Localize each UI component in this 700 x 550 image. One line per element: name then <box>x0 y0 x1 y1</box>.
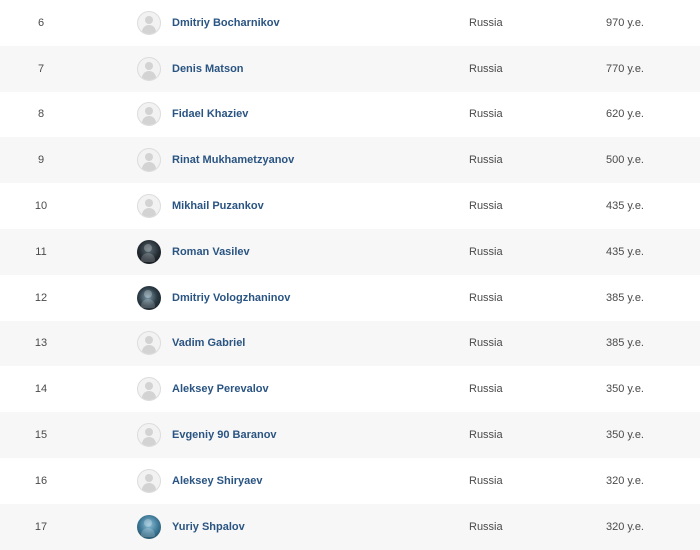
rank-cell: 10 <box>34 200 48 213</box>
player-name-link[interactable]: Fidael Khaziev <box>172 108 248 120</box>
default-avatar-icon[interactable] <box>137 377 161 402</box>
table-row: 7 Denis Matson Russia 770 у.е. <box>0 45 700 92</box>
amount-cell: 500 у.е. <box>605 154 644 167</box>
table-row: 8 Fidael Khaziev Russia 620 у.е. <box>0 92 700 138</box>
amount-cell: 350 у.е. <box>605 429 644 442</box>
country-cell: Russia <box>469 16 503 29</box>
table-row: 15 Evgeniy 90 Baranov Russia 350 у.е. <box>0 412 700 458</box>
rank-cell: 11 <box>35 245 47 258</box>
amount-cell: 770 у.е. <box>605 62 644 75</box>
rank-cell: 12 <box>34 291 48 304</box>
amount-cell: 320 у.е. <box>605 520 644 533</box>
country-cell: Russia <box>469 291 503 304</box>
rank-cell: 7 <box>37 62 45 75</box>
rank-cell: 13 <box>34 337 48 350</box>
rank-cell: 8 <box>37 108 45 121</box>
amount-cell: 620 у.е. <box>605 108 644 121</box>
player-name-link[interactable]: Aleksey Shiryaev <box>172 475 263 487</box>
user-photo-avatar[interactable] <box>137 239 161 264</box>
player-name-link[interactable]: Dmitriy Bocharnikov <box>172 17 280 29</box>
table-row: 14 Aleksey Perevalov Russia 350 у.е. <box>0 366 700 412</box>
country-cell: Russia <box>469 429 503 442</box>
country-cell: Russia <box>469 108 503 121</box>
amount-cell: 435 у.е. <box>605 200 644 213</box>
country-cell: Russia <box>469 154 503 167</box>
rank-cell: 16 <box>34 474 48 487</box>
country-cell: Russia <box>469 474 503 487</box>
default-avatar-icon[interactable] <box>137 331 161 356</box>
amount-cell: 435 у.е. <box>605 245 644 258</box>
default-avatar-icon[interactable] <box>137 148 161 173</box>
user-photo-avatar[interactable] <box>137 514 161 539</box>
default-avatar-icon[interactable] <box>137 102 161 127</box>
country-cell: Russia <box>469 383 503 396</box>
table-row: 10 Mikhail Puzankov Russia 435 у.е. <box>0 183 700 229</box>
table-row: 11 Roman Vasilev Russia 435 у.е. <box>0 228 700 275</box>
default-avatar-icon[interactable] <box>137 194 161 219</box>
rank-cell: 9 <box>37 154 45 167</box>
player-name-link[interactable]: Yuriy Shpalov <box>172 521 245 533</box>
player-name-link[interactable]: Vadim Gabriel <box>172 337 245 349</box>
table-row: 17 Yuriy Shpalov Russia 320 у.е. <box>0 503 700 550</box>
default-avatar-icon[interactable] <box>137 423 161 448</box>
rank-cell: 17 <box>34 520 48 533</box>
country-cell: Russia <box>469 200 503 213</box>
amount-cell: 350 у.е. <box>605 383 644 396</box>
table-row: 13 Vadim Gabriel Russia 385 у.е. <box>0 320 700 367</box>
amount-cell: 320 у.е. <box>605 474 644 487</box>
leaderboard-table: 6 Dmitriy Bocharnikov Russia 970 у.е. 7 … <box>0 0 700 550</box>
country-cell: Russia <box>469 62 503 75</box>
country-cell: Russia <box>469 337 503 350</box>
rank-cell: 6 <box>37 16 45 29</box>
table-row: 6 Dmitriy Bocharnikov Russia 970 у.е. <box>0 0 700 46</box>
user-photo-avatar[interactable] <box>137 285 161 310</box>
rank-cell: 14 <box>34 383 48 396</box>
default-avatar-icon[interactable] <box>137 56 161 81</box>
country-cell: Russia <box>469 520 503 533</box>
table-row: 12 Dmitriy Vologzhaninov Russia 385 у.е. <box>0 275 700 321</box>
country-cell: Russia <box>469 245 503 258</box>
amount-cell: 385 у.е. <box>605 291 644 304</box>
player-name-link[interactable]: Mikhail Puzankov <box>172 200 264 212</box>
amount-cell: 970 у.е. <box>605 16 644 29</box>
table-row: 16 Aleksey Shiryaev Russia 320 у.е. <box>0 458 700 504</box>
amount-cell: 385 у.е. <box>605 337 644 350</box>
player-name-link[interactable]: Aleksey Perevalov <box>172 383 269 395</box>
player-name-link[interactable]: Evgeniy 90 Baranov <box>172 429 277 441</box>
default-avatar-icon[interactable] <box>137 10 161 35</box>
default-avatar-icon[interactable] <box>137 468 161 493</box>
player-name-link[interactable]: Denis Matson <box>172 63 244 75</box>
player-name-link[interactable]: Dmitriy Vologzhaninov <box>172 292 290 304</box>
player-name-link[interactable]: Roman Vasilev <box>172 246 250 258</box>
player-name-link[interactable]: Rinat Mukhametzyanov <box>172 154 294 166</box>
rank-cell: 15 <box>34 429 48 442</box>
table-row: 9 Rinat Mukhametzyanov Russia 500 у.е. <box>0 137 700 184</box>
